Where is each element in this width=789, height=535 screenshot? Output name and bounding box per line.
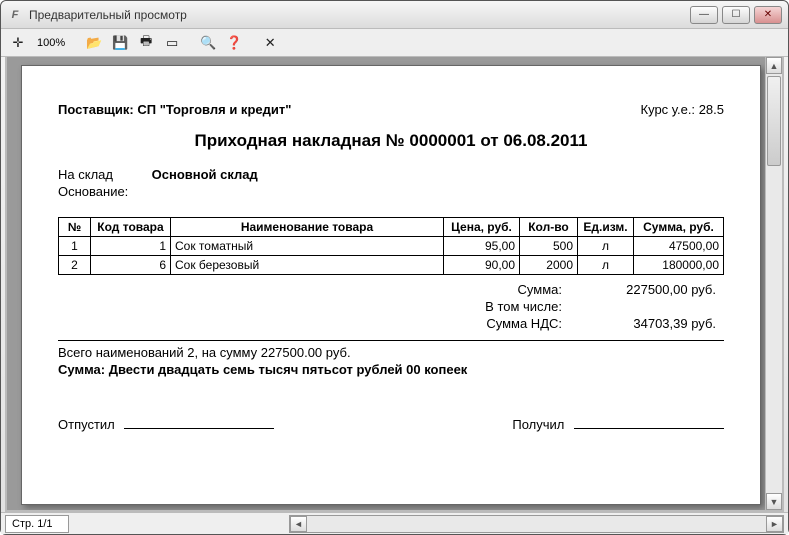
scroll-right-icon[interactable]: ► bbox=[766, 516, 783, 532]
zoom-level[interactable]: 100% bbox=[33, 37, 69, 49]
rate-value: 28.5 bbox=[699, 102, 724, 117]
toolbar: ✛ 100% 📂 💾 🖶 ▭ 🔍 ❓ ✕ bbox=[1, 29, 788, 57]
col-code: Код товара bbox=[91, 218, 171, 237]
titlebar: F Предварительный просмотр — ☐ ✕ bbox=[1, 1, 788, 29]
cell-num: 2 bbox=[59, 256, 91, 275]
supplier-label: Поставщик: bbox=[58, 102, 134, 117]
basis-label: Основание: bbox=[58, 184, 148, 199]
fit-page-icon[interactable]: ✛ bbox=[7, 32, 29, 54]
cell-unit: л bbox=[578, 237, 634, 256]
app-icon: F bbox=[7, 7, 23, 23]
cell-qty: 2000 bbox=[520, 256, 578, 275]
summary-words-label: Сумма: bbox=[58, 362, 105, 377]
cell-sum: 180000,00 bbox=[634, 256, 724, 275]
scroll-thumb[interactable] bbox=[767, 76, 781, 166]
cell-unit: л bbox=[578, 256, 634, 275]
help-icon[interactable]: ❓ bbox=[223, 32, 245, 54]
cell-price: 90,00 bbox=[444, 256, 520, 275]
col-unit: Ед.изм. bbox=[578, 218, 634, 237]
save-icon[interactable]: 💾 bbox=[109, 32, 131, 54]
vertical-scrollbar[interactable]: ▲ ▼ bbox=[765, 57, 782, 510]
horizontal-scrollbar[interactable]: ◄ ► bbox=[289, 515, 784, 533]
col-sum: Сумма, руб. bbox=[634, 218, 724, 237]
summary-words: Двести двадцать семь тысяч пятьсот рубле… bbox=[109, 362, 468, 377]
released-line bbox=[124, 428, 274, 429]
summary-count: Всего наименований 2, на сумму 227500.00… bbox=[58, 345, 724, 360]
scroll-down-icon[interactable]: ▼ bbox=[766, 493, 782, 510]
col-price: Цена, руб. bbox=[444, 218, 520, 237]
cell-price: 95,00 bbox=[444, 237, 520, 256]
page-indicator: Стр. 1/1 bbox=[5, 515, 69, 533]
received-line bbox=[574, 428, 724, 429]
hscroll-track[interactable] bbox=[307, 516, 766, 532]
to-store-label: На склад bbox=[58, 167, 148, 182]
minimize-button[interactable]: — bbox=[690, 6, 718, 24]
scroll-up-icon[interactable]: ▲ bbox=[766, 57, 782, 74]
cell-code: 6 bbox=[91, 256, 171, 275]
cell-num: 1 bbox=[59, 237, 91, 256]
total-incl-label: В том числе: bbox=[452, 299, 562, 314]
app-window: F Предварительный просмотр — ☐ ✕ ✛ 100% … bbox=[0, 0, 789, 535]
to-store-value: Основной склад bbox=[152, 167, 258, 182]
totals-block: Сумма: 227500,00 руб. В том числе: Сумма… bbox=[58, 281, 724, 332]
document-title: Приходная накладная № 0000001 от 06.08.2… bbox=[58, 131, 724, 151]
total-sum-value: 227500,00 руб. bbox=[586, 282, 716, 297]
cell-name: Сок березовый bbox=[171, 256, 444, 275]
close-preview-icon[interactable]: ✕ bbox=[259, 32, 281, 54]
open-icon[interactable]: 📂 bbox=[83, 32, 105, 54]
col-num: № bbox=[59, 218, 91, 237]
find-icon[interactable]: 🔍 bbox=[197, 32, 219, 54]
total-sum-label: Сумма: bbox=[452, 282, 562, 297]
released-label: Отпустил bbox=[58, 417, 115, 432]
scroll-track[interactable] bbox=[766, 74, 782, 493]
col-qty: Кол-во bbox=[520, 218, 578, 237]
items-table: № Код товара Наименование товара Цена, р… bbox=[58, 217, 724, 275]
statusbar: Стр. 1/1 ◄ ► bbox=[1, 512, 788, 534]
new-page-icon[interactable]: ▭ bbox=[161, 32, 183, 54]
document-page: Поставщик: СП "Торговля и кредит" Курс у… bbox=[21, 65, 761, 505]
workspace: Поставщик: СП "Торговля и кредит" Курс у… bbox=[5, 57, 784, 512]
supplier-name: СП "Торговля и кредит" bbox=[137, 102, 291, 117]
close-button[interactable]: ✕ bbox=[754, 6, 782, 24]
window-buttons: — ☐ ✕ bbox=[690, 6, 782, 24]
cell-code: 1 bbox=[91, 237, 171, 256]
print-icon[interactable]: 🖶 bbox=[135, 32, 157, 54]
maximize-button[interactable]: ☐ bbox=[722, 6, 750, 24]
total-incl-value bbox=[586, 299, 716, 314]
total-vat-label: Сумма НДС: bbox=[452, 316, 562, 331]
cell-qty: 500 bbox=[520, 237, 578, 256]
rate-label: Курс у.е.: bbox=[641, 102, 696, 117]
total-vat-value: 34703,39 руб. bbox=[586, 316, 716, 331]
table-row: 26Сок березовый90,002000л180000,00 bbox=[59, 256, 724, 275]
cell-name: Сок томатный bbox=[171, 237, 444, 256]
col-name: Наименование товара bbox=[171, 218, 444, 237]
scroll-left-icon[interactable]: ◄ bbox=[290, 516, 307, 532]
received-label: Получил bbox=[512, 417, 564, 432]
table-row: 11Сок томатный95,00500л47500,00 bbox=[59, 237, 724, 256]
cell-sum: 47500,00 bbox=[634, 237, 724, 256]
window-title: Предварительный просмотр bbox=[29, 8, 690, 22]
